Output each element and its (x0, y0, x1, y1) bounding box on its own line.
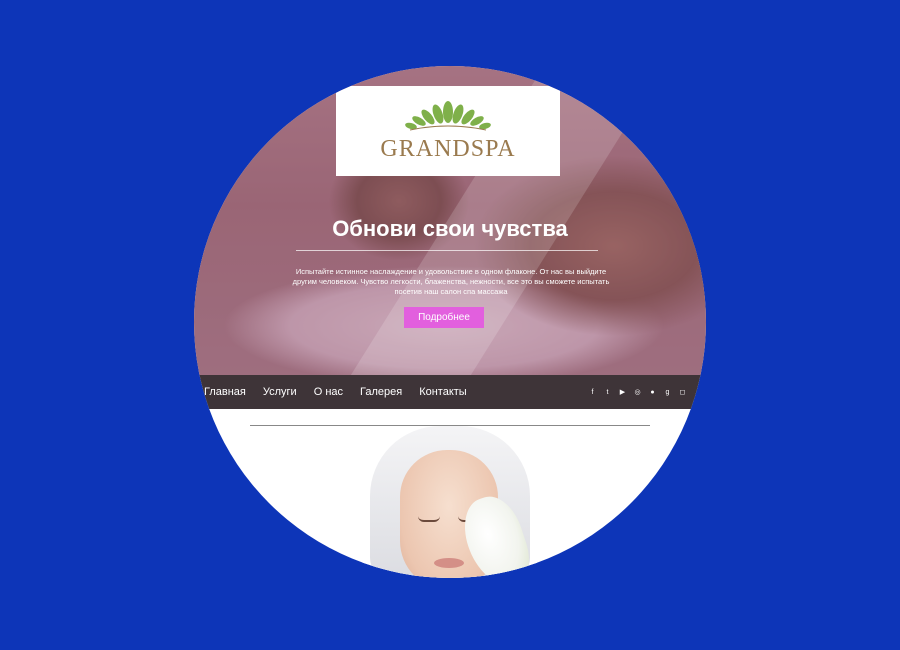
logo[interactable]: GRANDSPA (336, 86, 560, 176)
logo-text: GRANDSPA (380, 135, 516, 162)
nav-item-about[interactable]: О нас (314, 386, 343, 398)
nav-item-gallery[interactable]: Галерея (360, 386, 402, 398)
google-plus-icon[interactable]: g (664, 389, 671, 396)
social-links: f t ▶ ◎ ● g ◻ (589, 375, 686, 409)
hero-divider (296, 250, 598, 251)
twitter-icon[interactable]: t (604, 389, 611, 396)
more-button[interactable]: Подробнее (404, 307, 484, 328)
pinterest-icon[interactable]: ◎ (634, 389, 641, 396)
site-preview-circle: GRANDSPA Обнови свои чувства Испытайте и… (194, 66, 706, 578)
left-eye (418, 516, 440, 522)
hero-description: Испытайте истинное наслаждение и удоволь… (292, 267, 610, 296)
lips (434, 558, 464, 568)
facebook-icon[interactable]: f (589, 389, 596, 396)
nav-menu: Главная Услуги О нас Галерея Контакты (204, 375, 467, 409)
youtube-icon[interactable]: ▶ (619, 389, 626, 396)
hero-banner: GRANDSPA Обнови свои чувства Испытайте и… (194, 66, 706, 426)
main-nav: Главная Услуги О нас Галерея Контакты f … (194, 375, 706, 409)
nav-item-contacts[interactable]: Контакты (419, 386, 467, 398)
leaves-icon (405, 100, 491, 130)
instagram-icon[interactable]: ◻ (679, 389, 686, 396)
flickr-icon[interactable]: ● (649, 389, 656, 396)
spa-woman-image (362, 426, 537, 578)
hero-title: Обнови свои чувства (332, 216, 568, 241)
nav-item-home[interactable]: Главная (204, 386, 246, 398)
nav-item-services[interactable]: Услуги (263, 386, 297, 398)
